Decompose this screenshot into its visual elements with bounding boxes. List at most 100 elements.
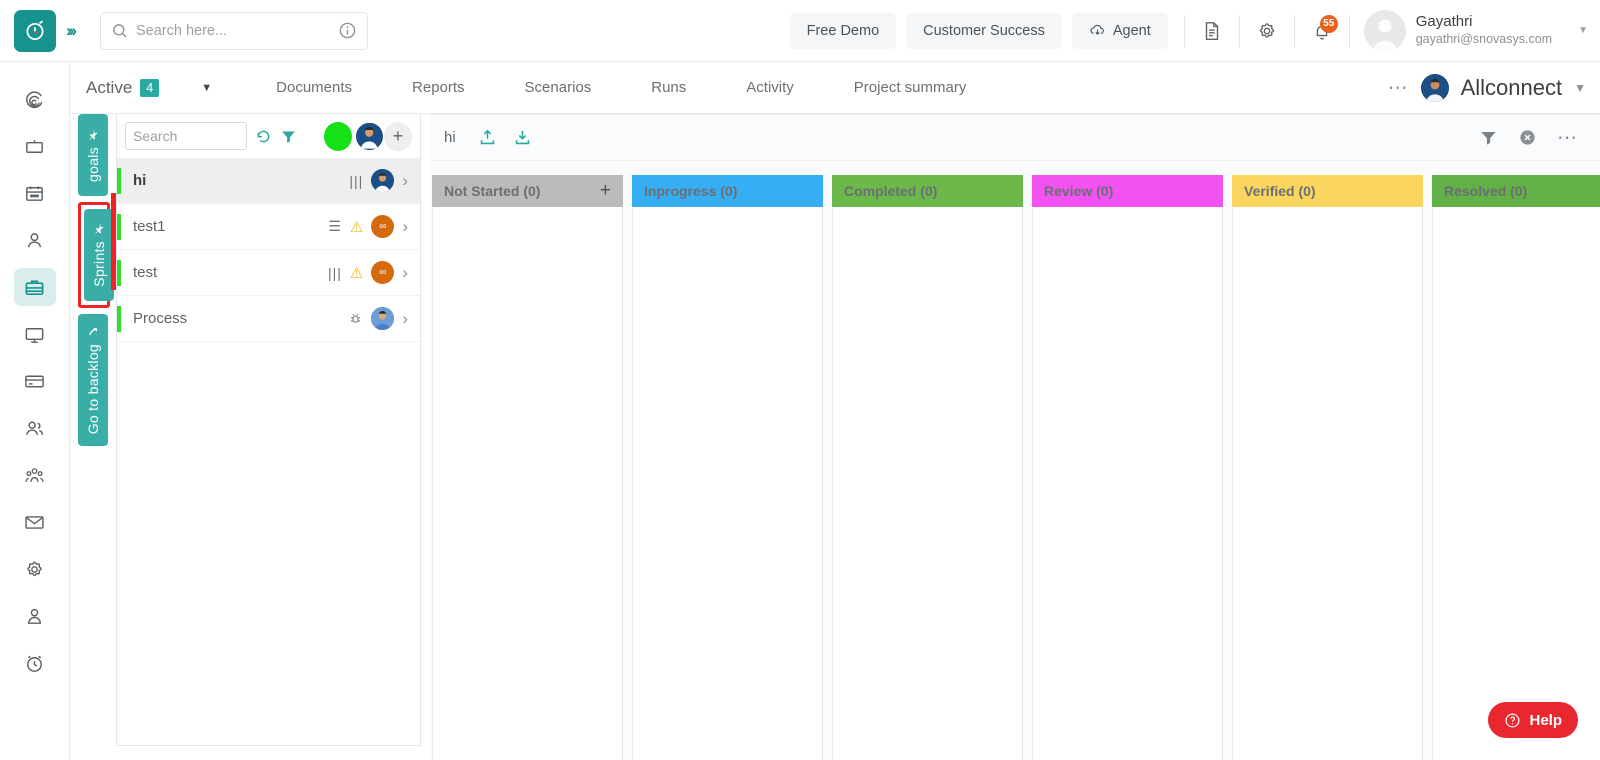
nav-items: Documents Reports Scenarios Runs Activit… [246, 79, 996, 96]
link-badge[interactable]: ∞ [371, 215, 395, 238]
column-body[interactable] [432, 207, 623, 760]
ellipsis-horizontal-icon[interactable]: ⋯ [1557, 125, 1578, 150]
project-name[interactable]: Allconnect [1461, 75, 1563, 101]
sidebar-item-users[interactable] [14, 409, 56, 447]
tab-reports[interactable]: Reports [382, 79, 495, 96]
status-indicator[interactable] [324, 121, 353, 151]
column-body[interactable] [832, 207, 1023, 760]
header-divider-4 [1348, 14, 1350, 47]
list-item[interactable]: Process › [117, 296, 420, 342]
sidebar-item-briefcase[interactable] [13, 268, 56, 306]
list-item[interactable]: test ||| ⚠ ∞ › [117, 250, 420, 296]
agent-button[interactable]: Agent [1071, 12, 1168, 49]
app-logo[interactable] [14, 9, 56, 52]
sidebar-item-team[interactable] [14, 456, 56, 494]
list-search-input[interactable] [125, 122, 247, 150]
top-header: ››› Free Demo Customer Success [0, 0, 1600, 62]
list-item[interactable]: hi ||| › [117, 158, 420, 204]
row-icons: ☰ ⚠ ∞ › [328, 215, 408, 238]
column-header: Not Started (0) + [432, 175, 623, 207]
assignee-avatar[interactable] [371, 307, 395, 330]
list-highlight-edge [111, 193, 116, 290]
link-badge[interactable]: ∞ [371, 261, 395, 284]
list-icon[interactable]: ☰ [328, 218, 342, 235]
vtab-sprints[interactable]: Sprints [84, 209, 114, 301]
gear-icon[interactable] [1246, 10, 1288, 52]
column-body[interactable] [1032, 207, 1223, 760]
vtab-goals[interactable]: goals [78, 114, 108, 196]
tab-project-summary[interactable]: Project summary [824, 79, 997, 96]
caret-down-icon[interactable]: ▼ [201, 82, 212, 94]
bars-icon[interactable]: ||| [328, 265, 342, 281]
customer-success-button[interactable]: Customer Success [906, 12, 1062, 49]
tab-runs[interactable]: Runs [621, 79, 716, 96]
list-item[interactable]: test1 ☰ ⚠ ∞ › [117, 204, 420, 250]
info-icon[interactable] [338, 21, 357, 40]
sidebar-item-card[interactable] [14, 362, 56, 400]
sidebar-item-tv[interactable] [14, 127, 56, 165]
chevron-right-icon[interactable]: › [402, 217, 408, 237]
tab-documents[interactable]: Documents [246, 79, 382, 96]
column-body[interactable] [1432, 207, 1600, 760]
bell-icon[interactable]: 55 [1301, 10, 1343, 52]
column-body[interactable] [632, 207, 823, 760]
board-toolbar-right: ⋯ [1479, 125, 1586, 150]
chevron-double-right-icon[interactable]: ››› [66, 21, 77, 41]
assignee-avatar[interactable] [371, 169, 395, 192]
sidebar-item-mail[interactable] [14, 503, 56, 541]
vtab-go-to-backlog[interactable]: Go to backlog [78, 314, 108, 446]
global-search[interactable] [99, 11, 368, 50]
bug-icon[interactable] [348, 311, 363, 326]
kanban-column-verified: Verified (0) [1232, 175, 1423, 760]
list-item-label: Process [133, 310, 188, 327]
help-button[interactable]: Help [1488, 702, 1578, 738]
upload-icon[interactable] [478, 128, 497, 147]
column-header: Verified (0) [1232, 175, 1423, 207]
warning-icon[interactable]: ⚠ [350, 264, 363, 282]
kanban-column-resolved: Resolved (0) [1432, 175, 1600, 760]
sidebar-item-dashboard[interactable] [14, 80, 56, 118]
user-menu[interactable]: Gayathri gayathri@snovasys.com ▼ [1363, 9, 1588, 52]
list-item-label: test1 [133, 218, 166, 235]
kanban-column-completed: Completed (0) [832, 175, 1023, 760]
document-icon[interactable] [1191, 10, 1233, 52]
sidebar-item-monitor[interactable] [14, 315, 56, 353]
kanban-board: hi ⋯ Not Started (0) + Inprogress (0) Co… [430, 114, 1600, 760]
refresh-icon[interactable] [254, 127, 273, 146]
pin-icon [87, 129, 99, 141]
warning-icon[interactable]: ⚠ [350, 218, 363, 236]
chevron-right-icon[interactable]: › [402, 309, 408, 329]
row-status-bar [117, 305, 121, 332]
search-input[interactable] [135, 22, 330, 39]
chevron-right-icon[interactable]: › [402, 263, 408, 283]
tab-scenarios[interactable]: Scenarios [495, 79, 622, 96]
filter-icon[interactable] [1479, 128, 1498, 147]
chevron-down-icon[interactable]: ▼ [1574, 81, 1586, 95]
sidebar-item-settings[interactable] [14, 550, 56, 588]
project-avatar [1420, 73, 1449, 102]
chevron-right-icon[interactable]: › [402, 171, 408, 191]
sidebar-item-profile[interactable] [14, 597, 56, 635]
tab-activity[interactable]: Activity [716, 79, 824, 96]
nav-right: ⋯ Allconnect ▼ [1388, 73, 1600, 102]
column-label: Inprogress (0) [644, 183, 738, 199]
add-sprint-button[interactable]: + [383, 121, 412, 151]
clear-circle-icon[interactable] [1518, 128, 1537, 147]
chevron-down-icon[interactable]: ▼ [1578, 25, 1588, 36]
sidebar-item-alarm[interactable] [14, 644, 56, 682]
header-actions: Free Demo Customer Success Agent 55 Gaya… [789, 9, 1600, 52]
sidebar-item-user[interactable] [14, 221, 56, 259]
bars-icon[interactable]: ||| [349, 173, 363, 189]
download-icon[interactable] [513, 128, 532, 147]
assignee-avatar[interactable] [355, 121, 384, 151]
header-divider-1 [1183, 14, 1185, 47]
sidebar-item-calendar[interactable] [14, 174, 56, 212]
ellipsis-horizontal-icon[interactable]: ⋯ [1388, 75, 1409, 100]
kanban-column-review: Review (0) [1032, 175, 1223, 760]
sprints-highlight-box: Sprints [78, 202, 114, 308]
column-body[interactable] [1232, 207, 1423, 760]
plus-icon[interactable]: + [600, 180, 611, 202]
column-label: Verified (0) [1244, 183, 1316, 199]
filter-icon[interactable] [280, 128, 297, 145]
free-demo-button[interactable]: Free Demo [789, 12, 897, 49]
